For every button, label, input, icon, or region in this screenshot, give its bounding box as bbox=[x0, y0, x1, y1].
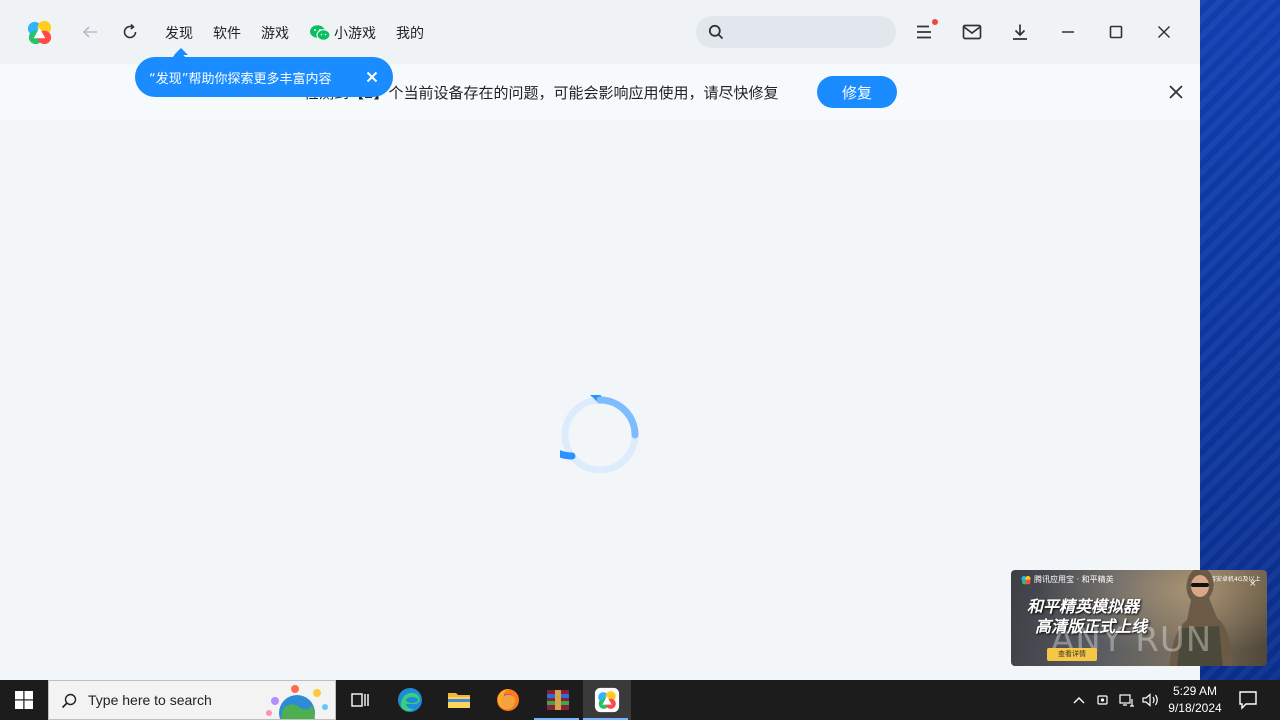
discover-tooltip: “发现”帮助你探索更多丰富内容 bbox=[135, 50, 393, 97]
tab-label: 游戏 bbox=[261, 26, 289, 42]
network-button[interactable] bbox=[1116, 680, 1138, 720]
edge-taskbar-button[interactable] bbox=[386, 680, 434, 720]
taskbar-search[interactable]: Type here to search bbox=[48, 680, 336, 720]
winrar-taskbar-button[interactable] bbox=[534, 680, 582, 720]
tab-mini-games[interactable]: 小游戏 bbox=[309, 22, 376, 44]
tab-label: 软件 bbox=[213, 26, 241, 42]
tab-label: 小游戏 bbox=[334, 26, 376, 42]
volume-button[interactable] bbox=[1140, 680, 1162, 720]
minimize-icon bbox=[1062, 31, 1074, 33]
taskbar-clock[interactable]: 5:29 AM 9/18/2024 bbox=[1165, 683, 1225, 717]
mail-button[interactable] bbox=[960, 20, 984, 44]
game-ad-popup[interactable]: 腾讯应用宝 · 和平精英 支持安卓机4G及以上 × 和平精英模拟器 高清版正式上… bbox=[1011, 570, 1267, 666]
start-button[interactable] bbox=[0, 680, 48, 720]
refresh-icon bbox=[123, 23, 137, 39]
clock-time: 5:29 AM bbox=[1172, 684, 1218, 698]
tab-label: 发现 bbox=[165, 26, 193, 42]
download-icon bbox=[1013, 24, 1027, 40]
tray-meet-button[interactable] bbox=[1093, 680, 1113, 720]
notification-center-icon[interactable] bbox=[1236, 688, 1260, 712]
edge-icon bbox=[398, 688, 422, 712]
winrar-icon bbox=[547, 690, 569, 710]
folder-icon bbox=[448, 693, 470, 708]
search-box[interactable] bbox=[696, 16, 896, 48]
maximize-icon bbox=[1109, 25, 1123, 39]
ad-close-icon[interactable]: × bbox=[1249, 579, 1257, 589]
meet-icon bbox=[1097, 695, 1108, 705]
main-tabs: 发现 软件 游戏 小游戏 我的 bbox=[165, 22, 444, 55]
maximize-button[interactable] bbox=[1104, 20, 1128, 44]
windows-logo-icon bbox=[15, 691, 33, 709]
chevron-up-icon bbox=[1073, 697, 1085, 704]
search-icon bbox=[61, 693, 77, 709]
refresh-button[interactable] bbox=[118, 20, 142, 44]
minimize-button[interactable] bbox=[1056, 20, 1080, 44]
loading-spinner-icon bbox=[560, 395, 639, 474]
search-highlight-image bbox=[266, 685, 328, 719]
tab-discover[interactable]: 发现 bbox=[165, 22, 193, 55]
tooltip-text: “发现”帮助你探索更多丰富内容 bbox=[149, 71, 332, 87]
speaker-icon bbox=[1142, 693, 1158, 707]
back-button[interactable] bbox=[78, 20, 102, 44]
menu-icon bbox=[917, 25, 931, 39]
tab-label: 我的 bbox=[396, 26, 424, 42]
app-store-taskbar-button[interactable] bbox=[583, 680, 631, 720]
banner-close-icon[interactable] bbox=[1166, 82, 1186, 102]
ad-brand: 腾讯应用宝 · 和平精英 bbox=[1021, 574, 1114, 585]
notification-dot bbox=[932, 19, 938, 25]
tab-mine[interactable]: 我的 bbox=[396, 22, 424, 44]
ad-brand-text: 腾讯应用宝 · 和平精英 bbox=[1034, 575, 1114, 584]
wechat-icon bbox=[310, 25, 331, 41]
firefox-taskbar-button[interactable] bbox=[484, 680, 532, 720]
search-input[interactable] bbox=[732, 16, 882, 48]
tab-software[interactable]: 软件 bbox=[213, 22, 241, 44]
menu-button[interactable] bbox=[912, 19, 938, 44]
search-icon bbox=[708, 24, 724, 40]
task-view-button[interactable] bbox=[336, 680, 384, 720]
tab-games[interactable]: 游戏 bbox=[261, 22, 289, 44]
app-logo-icon bbox=[1021, 575, 1031, 584]
show-hidden-icons-button[interactable] bbox=[1068, 680, 1090, 720]
download-button[interactable] bbox=[1008, 20, 1032, 44]
app-logo-icon bbox=[27, 20, 52, 45]
close-window-button[interactable] bbox=[1152, 20, 1176, 44]
task-view-icon bbox=[351, 693, 369, 707]
firefox-icon bbox=[497, 689, 519, 711]
back-arrow-icon bbox=[82, 26, 97, 38]
mail-icon bbox=[962, 24, 982, 40]
close-icon bbox=[1157, 25, 1171, 39]
taskbar: Type here to search 5:29 AM 9/18/2024 bbox=[0, 680, 1280, 720]
clock-date: 9/18/2024 bbox=[1168, 701, 1222, 715]
ad-cta-button[interactable]: 查看详情 bbox=[1047, 648, 1097, 661]
file-explorer-taskbar-button[interactable] bbox=[435, 680, 483, 720]
app-logo-icon bbox=[594, 687, 620, 713]
taskbar-search-placeholder: Type here to search bbox=[88, 692, 212, 708]
network-icon bbox=[1119, 694, 1134, 707]
tooltip-close-icon[interactable] bbox=[365, 70, 379, 84]
fix-button[interactable]: 修复 bbox=[817, 76, 897, 108]
